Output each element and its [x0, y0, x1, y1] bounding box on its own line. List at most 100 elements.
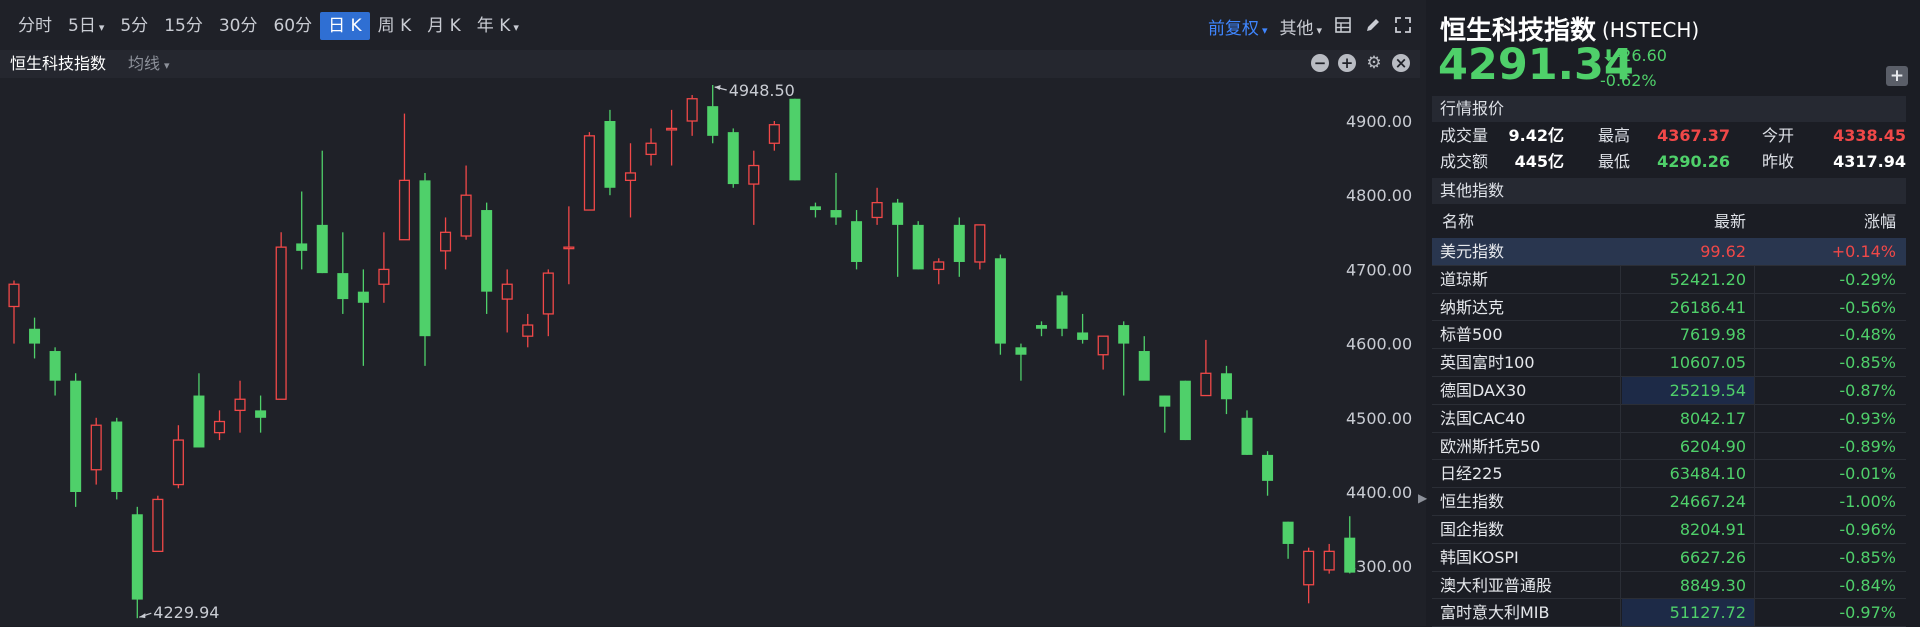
candle-body [481, 210, 493, 292]
index-row[interactable]: 日经225 63484.10 -0.01% [1432, 460, 1906, 489]
candle-body [666, 127, 678, 131]
index-row[interactable]: 韩国KOSPI 6627.26 -0.85% [1432, 544, 1906, 572]
add-watchlist-button[interactable]: + [1886, 66, 1908, 86]
index-latest: 24667.24 [1669, 492, 1746, 512]
index-row[interactable]: 澳大利亚普通股 8849.30 -0.84% [1432, 572, 1906, 600]
y-tick-label: 4700.00 [1346, 260, 1412, 279]
candle-body [357, 291, 369, 303]
stat-open: 4338.45 [1833, 126, 1906, 145]
index-row[interactable]: 纳斯达克 26186.41 -0.56% [1432, 294, 1906, 322]
index-row[interactable]: 富时意大利MIB 51127.72 -0.97% [1432, 599, 1906, 627]
index-row[interactable]: 美元指数 99.62 +0.14% [1432, 238, 1906, 266]
index-latest: 25219.54 [1669, 380, 1746, 400]
minus-icon[interactable]: − [1311, 54, 1329, 72]
candle-body [1262, 454, 1274, 481]
y-tick-label: 4800.00 [1346, 186, 1412, 205]
tab-15min[interactable]: 15分 [156, 12, 211, 40]
candle-body [111, 421, 123, 492]
candle-body [90, 424, 102, 471]
index-name: 国企指数 [1440, 519, 1505, 539]
candle-body [193, 395, 205, 448]
indicator-tools: − + ⚙ × [1302, 54, 1410, 72]
candle-body [583, 135, 595, 211]
close-icon[interactable]: × [1392, 54, 1410, 72]
index-name: 日经225 [1440, 464, 1503, 484]
pencil-icon[interactable] [1364, 17, 1382, 35]
index-row[interactable]: 恒生指数 24667.24 -1.00% [1432, 488, 1906, 516]
candle-body [1056, 295, 1068, 329]
candle-body [768, 124, 780, 144]
index-name: 标普500 [1440, 325, 1503, 345]
chart-index-name: 恒生科技指数 [10, 54, 107, 73]
tab-timeshare[interactable]: 分时 [10, 12, 60, 40]
tab-60min[interactable]: 60分 [265, 12, 320, 40]
index-row[interactable]: 道琼斯 52421.20 -0.29% [1432, 266, 1906, 294]
index-change: -0.01% [1839, 464, 1896, 484]
index-row[interactable]: 欧洲斯托克50 6204.90 -0.89% [1432, 433, 1906, 461]
plus-icon[interactable]: + [1338, 54, 1356, 72]
candle-body [1200, 372, 1212, 397]
index-latest: 8042.17 [1679, 408, 1746, 428]
fullscreen-icon[interactable] [1394, 17, 1412, 35]
index-latest: 63484.10 [1669, 464, 1746, 484]
quote-change-pct: -0.62% [1600, 71, 1657, 90]
candle-body [604, 121, 616, 188]
candle-body [645, 142, 657, 156]
index-change: -0.89% [1839, 436, 1896, 456]
tab-30min[interactable]: 30分 [211, 12, 266, 40]
other-dropdown[interactable]: 其他 ▾ [1279, 14, 1322, 39]
index-name: 韩国KOSPI [1440, 547, 1519, 567]
index-row[interactable]: 法国CAC40 8042.17 -0.93% [1432, 405, 1906, 433]
candle-body [1159, 395, 1171, 407]
index-latest: 7619.98 [1679, 325, 1746, 345]
candle-body [1179, 380, 1191, 441]
candle-body [131, 514, 143, 600]
ma-label: 均线 [128, 54, 161, 73]
ma-dropdown[interactable]: 均线 ▾ [128, 52, 170, 78]
layout-icon[interactable] [1334, 17, 1352, 35]
tab-5day[interactable]: 5日 ▾ [60, 12, 112, 40]
index-row[interactable]: 标普500 7619.98 -0.48% [1432, 321, 1906, 350]
down-arrow-icon: ⬇ [1602, 46, 1616, 65]
candlestick-chart: 4900.00 4800.00 4700.00 4600.00 4500.00 4400.… [8, 81, 1412, 622]
candle-body [522, 324, 534, 337]
index-row[interactable]: 英国富时100 10607.05 -0.85% [1432, 349, 1906, 377]
period-tabs: 分时 5日 ▾ 5分 15分 30分 60分 日 K 周 K 月 K 年 K ▾ [10, 12, 527, 40]
index-latest: 51127.72 [1669, 603, 1746, 623]
candle-body [686, 98, 698, 122]
index-name: 欧洲斯托克50 [1440, 436, 1541, 456]
index-change: -0.48% [1839, 325, 1896, 345]
tab-weekly-k[interactable]: 周 K [370, 12, 420, 40]
candle-body [296, 243, 308, 251]
tab-yearly-k[interactable]: 年 K ▾ [469, 12, 527, 40]
index-change: -0.29% [1839, 269, 1896, 289]
index-change: -1.00% [1839, 492, 1896, 512]
quote-header: 恒生科技指数 (HSTECH) 4291.34 ⬇-26.60 -0.62% + [1432, 0, 1920, 98]
candle-body [624, 172, 637, 182]
tab-yearly-k-label: 年 K [476, 16, 511, 36]
tab-5min[interactable]: 5分 [112, 12, 156, 40]
candle-body [1282, 521, 1294, 544]
candle-body [501, 283, 513, 300]
index-row[interactable]: 国企指数 8204.91 -0.96% [1432, 516, 1906, 544]
y-tick-label: 4300.00 [1346, 557, 1412, 576]
tab-monthly-k[interactable]: 月 K [419, 12, 469, 40]
tab-daily-k[interactable]: 日 K [320, 12, 370, 40]
candle-body [748, 164, 760, 185]
annotation-arrow-icon [714, 85, 721, 91]
collapse-arrow-icon[interactable]: ▶ [1418, 488, 1427, 508]
candle-body [29, 328, 41, 344]
candle-body [1220, 373, 1232, 400]
index-change: -0.85% [1839, 547, 1896, 567]
period-toolbar: 分时 5日 ▾ 5分 15分 30分 60分 日 K 周 K 月 K 年 K ▾ 前… [0, 0, 1426, 50]
adjust-dropdown[interactable]: 前复权 ▾ [1208, 14, 1268, 39]
index-name: 德国DAX30 [1440, 380, 1527, 400]
index-name: 美元指数 [1440, 242, 1505, 261]
gear-icon[interactable]: ⚙ [1365, 54, 1383, 72]
candle-body [398, 179, 410, 241]
candle-body [1097, 335, 1109, 356]
y-tick-label: 4500.00 [1346, 409, 1412, 428]
index-row[interactable]: 德国DAX30 25219.54 -0.87% [1432, 376, 1906, 405]
candle-body [892, 202, 904, 225]
candle-body [789, 98, 801, 181]
